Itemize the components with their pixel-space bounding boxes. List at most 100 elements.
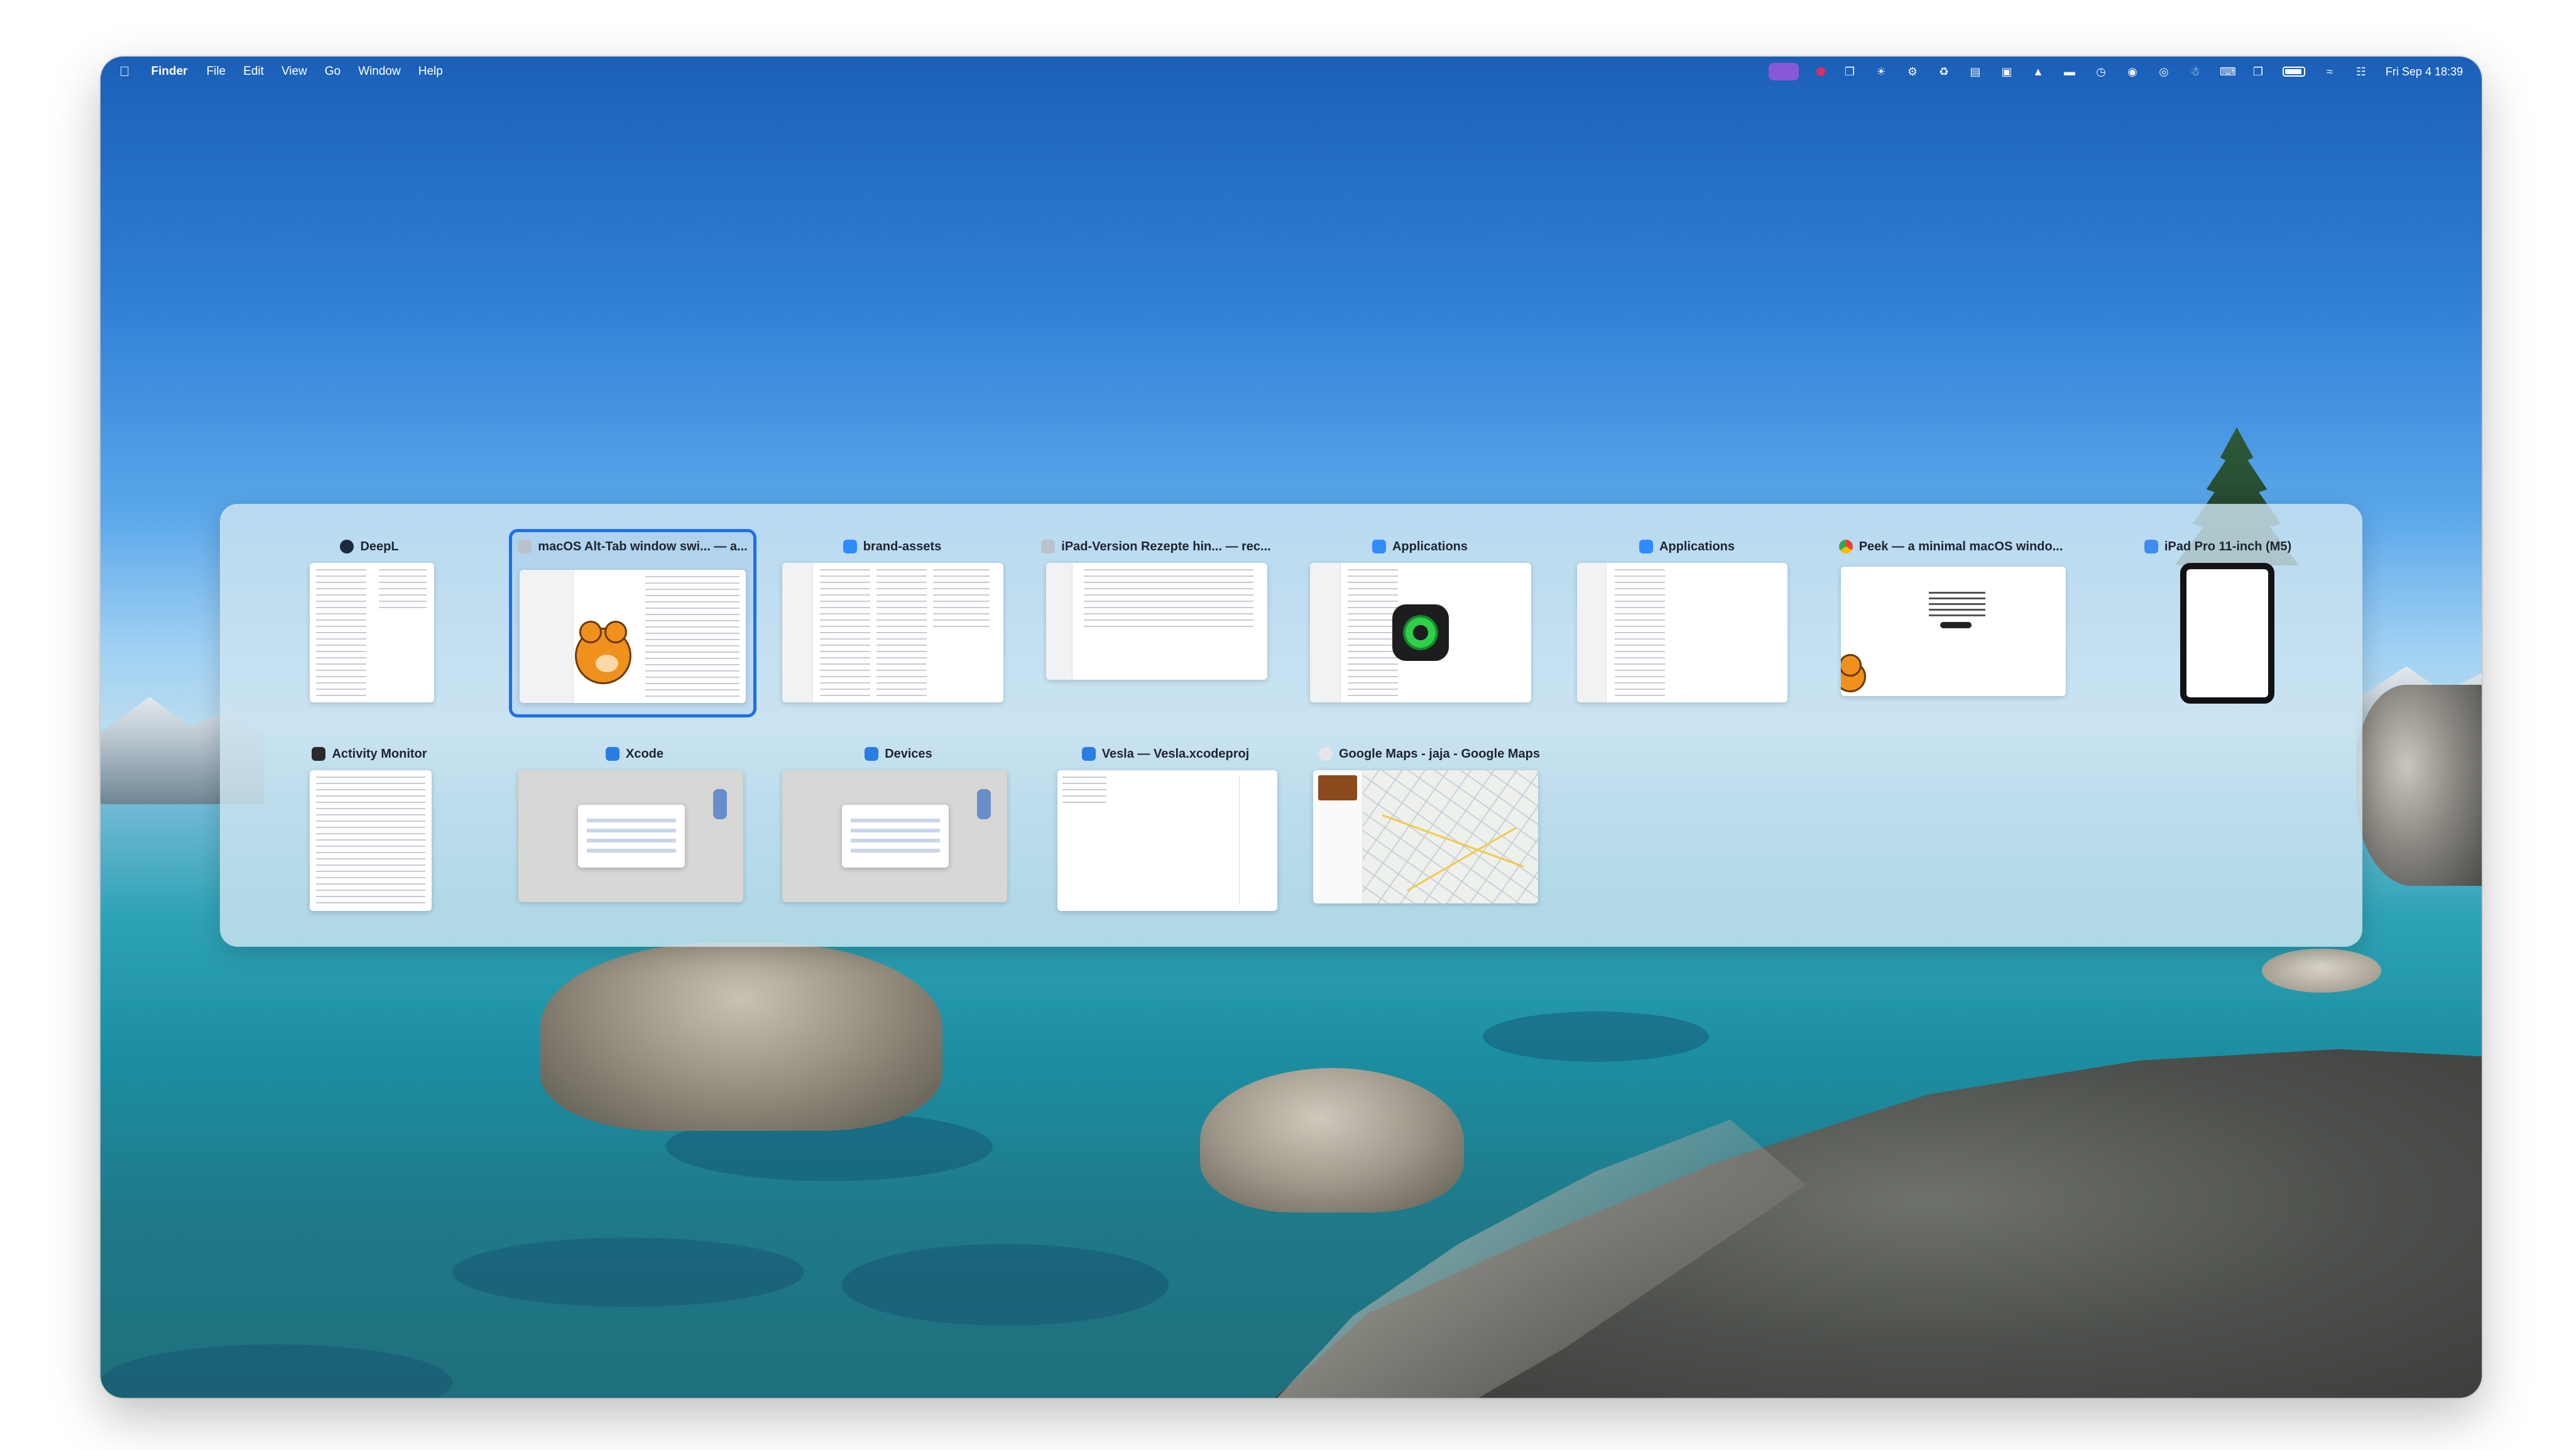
window-thumbnail — [310, 563, 434, 702]
window-thumbnail — [1310, 563, 1531, 702]
window-thumbnail — [1057, 770, 1277, 911]
window-title: Google Maps - jaja - Google Maps — [1338, 746, 1541, 761]
switcher-item-title: Devices — [779, 743, 1018, 765]
window-thumbnail — [782, 563, 1003, 702]
switcher-item-title: iPad-Version Rezepte hin... — rec... — [1037, 535, 1275, 558]
wallpaper-rocks-right — [2356, 685, 2482, 886]
wallpaper-rock — [2262, 949, 2381, 993]
switcher-item-title: iPad Pro 11-inch (M5) — [2098, 535, 2337, 558]
clipboard-icon[interactable]: ▣ — [2000, 66, 2014, 77]
window-title: Applications — [1392, 539, 1468, 553]
window-thumbnail — [1577, 563, 1787, 702]
switcher-item-title: Applications — [1301, 535, 1539, 558]
switcher-item-title: DeepL — [250, 535, 489, 558]
window-title: Peek — a minimal macOS windo... — [1858, 539, 2063, 553]
switcher-item-brand-assets[interactable]: brand-assets — [773, 535, 1012, 702]
switcher-item-alt-tab-selected[interactable]: macOS Alt-Tab window swi... — a... — [509, 529, 756, 717]
switcher-item-google-maps[interactable]: Google Maps - jaja - Google Maps — [1310, 743, 1549, 903]
window-title: Vesla — Vesla.xcodeproj — [1101, 746, 1250, 761]
switcher-item-title: Peek — a minimal macOS windo... — [1831, 535, 2070, 558]
battery-icon[interactable] — [2282, 67, 2305, 77]
menu-file[interactable]: File — [207, 65, 226, 79]
control-center-icon[interactable]: ☷ — [2354, 66, 2368, 77]
screen-recording-icon[interactable] — [1768, 63, 1799, 80]
window-title: Activity Monitor — [332, 746, 427, 761]
wallpaper-submerged-rock — [842, 1244, 1169, 1326]
menu-edit[interactable]: Edit — [243, 65, 264, 79]
wifi-icon[interactable]: ≈ — [2323, 66, 2337, 77]
display-icon[interactable]: ❐ — [2251, 66, 2265, 77]
xcode-icon — [605, 747, 619, 761]
menu-app-name[interactable]: Finder — [151, 65, 188, 79]
airdrop-icon[interactable]: ◎ — [2157, 66, 2171, 77]
wallpaper-rock — [540, 942, 942, 1131]
bear-mascot-icon — [575, 621, 631, 684]
switcher-item-ipad-simulator[interactable]: iPad Pro 11-inch (M5) — [2098, 535, 2337, 704]
xcode-icon — [865, 747, 879, 761]
window-thumbnail — [782, 770, 1007, 902]
recording-dot-icon[interactable] — [1816, 67, 1825, 76]
wallpaper-rock — [1200, 1068, 1464, 1213]
apple-menu-icon[interactable]:  — [119, 63, 130, 80]
finder-icon — [1372, 540, 1386, 553]
chrome-app-icon — [1318, 747, 1333, 761]
switcher-item-activity-monitor[interactable]: Activity Monitor — [250, 743, 489, 911]
switcher-item-title: macOS Alt-Tab window swi... — a... — [512, 535, 753, 558]
switcher-item-xcode[interactable]: Xcode — [515, 743, 754, 902]
wallpaper-submerged-rock — [452, 1238, 804, 1307]
switcher-item-ipad-version[interactable]: iPad-Version Rezepte hin... — rec... — [1037, 535, 1275, 680]
brightness-icon[interactable]: ☀ — [1874, 66, 1888, 77]
window-thumbnail — [1841, 567, 2066, 696]
chrome-icon — [1838, 540, 1853, 553]
window-title: iPad Pro 11-inch (M5) — [2164, 539, 2292, 553]
document-icon[interactable]: ▤ — [1968, 66, 1982, 77]
switcher-item-applications-1[interactable]: Applications — [1301, 535, 1539, 702]
menu-go[interactable]: Go — [325, 65, 341, 79]
switcher-item-devices[interactable]: Devices — [779, 743, 1018, 902]
switcher-item-applications-2[interactable]: Applications — [1568, 535, 1806, 702]
desktop:  Finder File Edit View Go Window Help ❐… — [101, 57, 2482, 1398]
peek-icon — [518, 540, 532, 553]
xcode-icon — [1081, 747, 1096, 761]
window-thumbnail — [1046, 563, 1267, 680]
menu-view[interactable]: View — [281, 65, 307, 79]
windows-icon[interactable]: ❐ — [1843, 66, 1857, 77]
map-view — [1362, 770, 1538, 903]
clock-icon[interactable]: ◷ — [2094, 66, 2108, 77]
window-title: DeepL — [360, 539, 399, 553]
switcher-item-title: Xcode — [515, 743, 754, 765]
finder-icon — [1639, 540, 1653, 553]
menu-bar:  Finder File Edit View Go Window Help ❐… — [101, 57, 2482, 87]
peek-icon — [1041, 540, 1056, 553]
keyboard-icon[interactable]: ⌨ — [2220, 66, 2236, 77]
switcher-item-peek-chrome[interactable]: Peek — a minimal macOS windo... — [1831, 535, 2070, 696]
window-title: brand-assets — [863, 539, 942, 553]
switcher-item-vesla[interactable]: Vesla — Vesla.xcodeproj — [1046, 743, 1285, 911]
deepl-icon — [340, 540, 354, 553]
ipad-device-thumbnail — [2180, 563, 2274, 704]
switcher-item-deepl[interactable]: DeepL — [250, 535, 489, 702]
sync-icon[interactable]: ♻ — [1937, 66, 1951, 77]
menu-window[interactable]: Window — [358, 65, 401, 79]
window-thumbnail — [520, 570, 746, 703]
window-thumbnail — [518, 770, 743, 902]
switcher-item-title: Applications — [1568, 535, 1806, 558]
menu-help[interactable]: Help — [418, 65, 443, 79]
window-thumbnail — [1313, 770, 1538, 903]
simulator-icon — [2144, 540, 2158, 553]
wallpaper-submerged-rock — [1483, 1011, 1709, 1062]
switcher-item-title: Google Maps - jaja - Google Maps — [1310, 743, 1549, 765]
window-icon[interactable]: ▬ — [2063, 66, 2077, 77]
window-title: macOS Alt-Tab window swi... — a... — [538, 539, 748, 553]
menubar-clock[interactable]: Fri Sep 4 18:39 — [2386, 65, 2463, 79]
activity-monitor-icon — [312, 747, 326, 761]
window-title: Applications — [1659, 539, 1735, 553]
shapes-icon[interactable]: ▲ — [2031, 66, 2045, 77]
window-switcher: DeepL macOS Alt-Tab window swi... — a...… — [220, 504, 2362, 947]
switcher-item-title: Activity Monitor — [250, 743, 489, 765]
gear-icon[interactable]: ⚙ — [1906, 66, 1919, 77]
window-thumbnail — [310, 770, 432, 911]
shield-icon[interactable]: ◉ — [2126, 66, 2139, 77]
accessibility-icon[interactable]: ☃ — [2188, 66, 2202, 77]
window-title: Devices — [885, 746, 932, 761]
